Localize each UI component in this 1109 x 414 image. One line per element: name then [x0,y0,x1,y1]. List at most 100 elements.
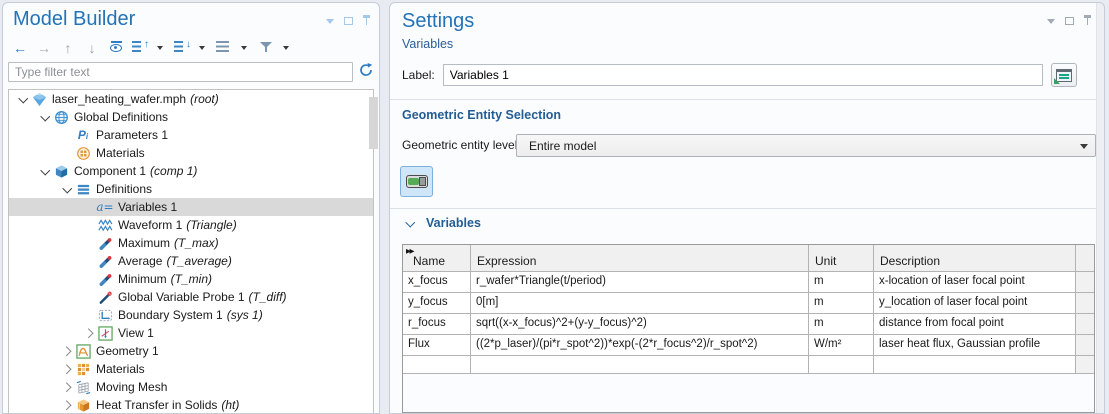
model-builder-toolbar: ← → ↑ ↓ ↑ ↓ [11,37,295,59]
rename-button[interactable] [1051,63,1077,87]
waveform-icon [97,217,113,233]
tree-item-label: Average [118,254,162,268]
tree-item-maximum[interactable]: Maximum(T_max) [9,234,373,252]
cell-name-row3[interactable]: r_focus [403,314,471,335]
cell-expression-row4[interactable]: ((2*p_laser)/(pi*r_spot^2))*exp(-(2*r_fo… [471,335,809,356]
tree-item-variables-1[interactable]: a=Variables 1 [9,198,373,216]
label-input[interactable] [443,64,1043,86]
cell-description-row3[interactable]: distance from focal point [874,314,1076,335]
tree-item-component-1[interactable]: Component 1(comp 1) [9,162,373,180]
cell-name-row4[interactable]: Flux [403,335,471,356]
model-tree-node-text-dropdown-button[interactable] [239,39,249,57]
tree-item-materials[interactable]: Materials [9,144,373,162]
probe-icon [97,235,113,251]
cell-expression-row3[interactable]: sqrt((x-x_focus)^2+(y-y_focus)^2) [471,314,809,335]
back-arrow-button[interactable]: ← [11,39,29,57]
tree-item-view-1[interactable]: View 1 [9,324,373,342]
caret-down-icon [241,46,247,50]
move-up-arrow-button[interactable]: ↑ [59,39,77,57]
probe-icon [97,271,113,287]
model-builder-panel: Model Builder ← → ↑ ↓ ↑ ↓ laser_heating_wafer… [2,2,380,414]
tree-item-boundary-system-1[interactable]: Boundary System 1(sys 1) [9,306,373,324]
tree-item-minimum[interactable]: Minimum(T_min) [9,270,373,288]
tree-item-global-variable-probe-1[interactable]: Global Variable Probe 1(T_diff) [9,288,373,306]
tree-item-parameters-1[interactable]: PiParameters 1 [9,126,373,144]
expand-all-icon: ↑ [132,40,148,57]
cell-expression-row5[interactable] [471,356,809,374]
cell-expression-row2[interactable]: 0[m] [471,293,809,314]
filter-input[interactable] [8,62,353,82]
collapse-all-button[interactable]: ↓ [173,39,191,57]
chevron-down-icon[interactable] [15,97,31,102]
pin-window-icon[interactable] [362,15,371,27]
cell-name-row5[interactable] [403,356,471,374]
forward-arrow-button[interactable]: → [35,39,53,57]
cell-description-row1[interactable]: x-location of laser focal point [874,272,1076,293]
variables-section-header[interactable]: Variables [402,216,481,230]
forward-arrow-icon: → [37,40,51,56]
panel-menu-caret-icon[interactable] [1045,15,1056,27]
tree-item-moving-mesh[interactable]: Moving Mesh [9,378,373,396]
expand-all-button[interactable]: ↑ [131,39,149,57]
filter-button[interactable] [257,39,275,57]
move-down-arrow-icon: ↓ [89,40,96,56]
float-window-icon[interactable] [1064,15,1075,27]
model-tree-node-text-button[interactable] [215,39,233,57]
chevron-right-icon[interactable] [59,384,75,391]
variables-table: ▶▶NameExpressionUnitDescriptionx_focusr_… [402,244,1095,413]
cell-description-row2[interactable]: y_location of laser focal point [874,293,1076,314]
chevron-down-icon[interactable] [37,115,53,120]
tree-item-geometry-1[interactable]: Geometry 1 [9,342,373,360]
model-tree-node-text-icon [216,40,232,57]
pin-window-icon[interactable] [1083,15,1092,27]
cell-expression-row1[interactable]: r_wafer*Triangle(t/period) [471,272,809,293]
chevron-right-icon[interactable] [59,402,75,409]
tree-item-definitions[interactable]: Definitions [9,180,373,198]
tree-item-laser-heating-wafer-mph[interactable]: laser_heating_wafer.mph(root) [9,90,373,108]
tree-item-tag: (T_max) [174,236,219,250]
cell-extra-row5 [1076,356,1094,374]
tree-item-heat-transfer-in-solids[interactable]: Heat Transfer in Solids(ht) [9,396,373,413]
chevron-down-icon[interactable] [37,169,53,174]
filter-dropdown-button[interactable] [281,39,291,57]
show-button[interactable] [107,39,125,57]
refresh-button[interactable] [356,61,376,81]
cell-name-row1[interactable]: x_focus [403,272,471,293]
tree-item-average[interactable]: Average(T_average) [9,252,373,270]
chevron-right-icon[interactable] [59,348,75,355]
tree-item-label: View 1 [118,326,154,340]
cell-description-row5[interactable] [874,356,1076,374]
tree-item-label: Geometry 1 [96,344,159,358]
settings-title: Settings [402,9,474,33]
tree-item-global-definitions[interactable]: Global Definitions [9,108,373,126]
geometric-entity-level-select[interactable]: Entire model [516,134,1096,157]
cell-unit-row5[interactable] [809,356,874,374]
tree-item-label: Component 1 [74,164,146,178]
tree-item-tag: (Triangle) [186,218,236,232]
cell-unit-row4[interactable]: W/m² [809,335,874,356]
chevron-right-icon[interactable] [81,330,97,337]
cell-unit-row3[interactable]: m [809,314,874,335]
expand-all-dropdown-button[interactable] [155,39,165,57]
cell-extra-row2 [1076,293,1094,314]
show-icon [109,40,124,56]
tree-item-materials[interactable]: Materials [9,360,373,378]
collapse-all-dropdown-button[interactable] [197,39,207,57]
cell-name-row2[interactable]: y_focus [403,293,471,314]
cell-description-row4[interactable]: laser heat flux, Gaussian profile [874,335,1076,356]
settings-panel: Settings Variables Label: Geometric Enti… [389,2,1105,414]
panel-menu-caret-icon[interactable] [324,15,335,27]
move-down-arrow-button[interactable]: ↓ [83,39,101,57]
chevron-right-icon[interactable] [59,366,75,373]
cell-extra-row4 [1076,335,1094,356]
tree-item-waveform-1[interactable]: Waveform 1 (Triangle) [9,216,373,234]
settings-scrollbar[interactable] [1096,3,1104,413]
float-window-icon[interactable] [343,15,354,27]
model-builder-title: Model Builder [13,7,135,31]
active-selection-toggle-button[interactable] [400,166,433,197]
cell-unit-row1[interactable]: m [809,272,874,293]
tree-item-label: Waveform 1 [118,218,182,232]
cell-unit-row2[interactable]: m [809,293,874,314]
tree-scrollbar-thumb[interactable] [369,97,378,149]
chevron-down-icon[interactable] [59,187,75,192]
